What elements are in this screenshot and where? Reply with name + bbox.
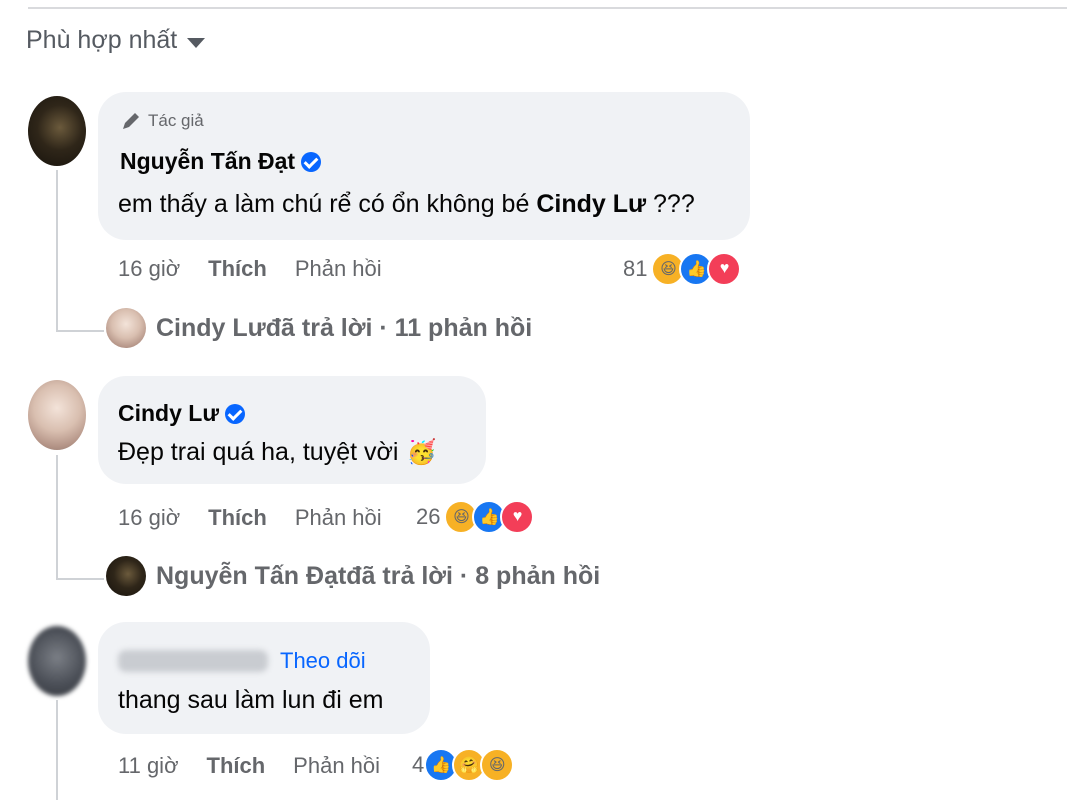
author-name[interactable]: Nguyễn Tấn Đạt <box>120 148 295 175</box>
divider <box>28 7 1067 9</box>
reply-author: Nguyễn Tấn Đạt <box>156 561 347 590</box>
comment-actions: 16 giờ Thích Phản hồi <box>118 256 382 282</box>
party-face-icon: 🥳 <box>406 439 437 466</box>
reaction-count: 4 <box>412 752 425 777</box>
verified-badge-icon <box>224 403 245 424</box>
comment-bubble: Cindy Lư Đẹp trai quá ha, tuyệt vời 🥳 <box>98 376 486 484</box>
author-name[interactable]: Cindy Lư <box>118 400 219 427</box>
comment-bubble: Theo dõi thang sau làm lun đi em <box>98 622 430 734</box>
reaction-summary[interactable]: 81 😆 👍 ♥ <box>623 252 742 286</box>
reaction-summary[interactable]: 4 👍 🤗 😆 <box>412 748 515 782</box>
timestamp[interactable]: 11 giờ <box>118 753 179 779</box>
view-replies-link[interactable]: Cindy Lư đã trả lời · 11 phản hồi <box>106 308 532 348</box>
view-replies-link[interactable]: Nguyễn Tấn Đạt đã trả lời · 8 phản hồi <box>106 556 600 596</box>
comment-actions: 11 giờ Thích Phản hồi <box>118 753 380 779</box>
like-button[interactable]: Thích <box>208 505 267 531</box>
avatar <box>106 556 146 596</box>
love-icon: ♥ <box>500 500 535 534</box>
timestamp[interactable]: 16 giờ <box>118 505 180 531</box>
sort-label: Phù hợp nhất <box>26 26 178 54</box>
reply-button[interactable]: Phản hồi <box>295 256 382 282</box>
reaction-count: 26 <box>416 504 441 529</box>
thread-line <box>56 700 58 800</box>
comment-text: Đẹp trai quá ha, tuyệt vời 🥳 <box>118 438 437 466</box>
reply-summary: đã trả lời · 11 phản hồi <box>265 313 533 342</box>
comment-author[interactable]: Nguyễn Tấn Đạt <box>120 148 322 175</box>
comment-bubble: Tác giả Nguyễn Tấn Đạt em thấy a làm chú… <box>98 92 750 240</box>
reply-button[interactable]: Phản hồi <box>293 753 380 779</box>
avatar[interactable] <box>28 626 86 696</box>
verified-badge-icon <box>301 151 322 172</box>
haha-icon: 😆 <box>480 748 515 782</box>
comment-text: thang sau làm lun đi em <box>118 686 384 714</box>
author-badge: Tác giả <box>120 110 204 132</box>
reaction-summary[interactable]: 26 😆 👍 ♥ <box>416 500 535 534</box>
author-tag-label: Tác giả <box>148 111 204 130</box>
reply-summary: đã trả lời · 8 phản hồi <box>346 561 601 590</box>
comment-author[interactable]: Cindy Lư <box>118 400 245 427</box>
thread-line <box>56 330 104 332</box>
blurred-author-name[interactable] <box>118 650 268 672</box>
reply-button[interactable]: Phản hồi <box>295 505 382 531</box>
love-icon: ♥ <box>707 252 742 286</box>
sort-dropdown[interactable]: Phù hợp nhất <box>26 26 206 55</box>
reply-author: Cindy Lư <box>156 313 266 342</box>
avatar[interactable] <box>28 380 86 450</box>
comment-actions: 16 giờ Thích Phản hồi <box>118 505 382 531</box>
pencil-icon <box>123 113 139 129</box>
avatar[interactable] <box>28 96 86 166</box>
comment-text: em thấy a làm chú rể có ổn không bé Cind… <box>118 190 695 218</box>
follow-button[interactable]: Theo dõi <box>280 648 366 674</box>
caret-down-icon <box>187 37 206 48</box>
reaction-count: 81 <box>623 256 648 281</box>
like-button[interactable]: Thích <box>207 753 266 779</box>
thread-line <box>56 170 58 332</box>
avatar <box>106 308 146 348</box>
thread-line <box>56 578 104 580</box>
thread-line <box>56 455 58 579</box>
timestamp[interactable]: 16 giờ <box>118 256 180 282</box>
like-button[interactable]: Thích <box>208 256 267 282</box>
mention[interactable]: Cindy Lư <box>536 190 646 218</box>
comment-author: Theo dõi <box>118 648 366 674</box>
